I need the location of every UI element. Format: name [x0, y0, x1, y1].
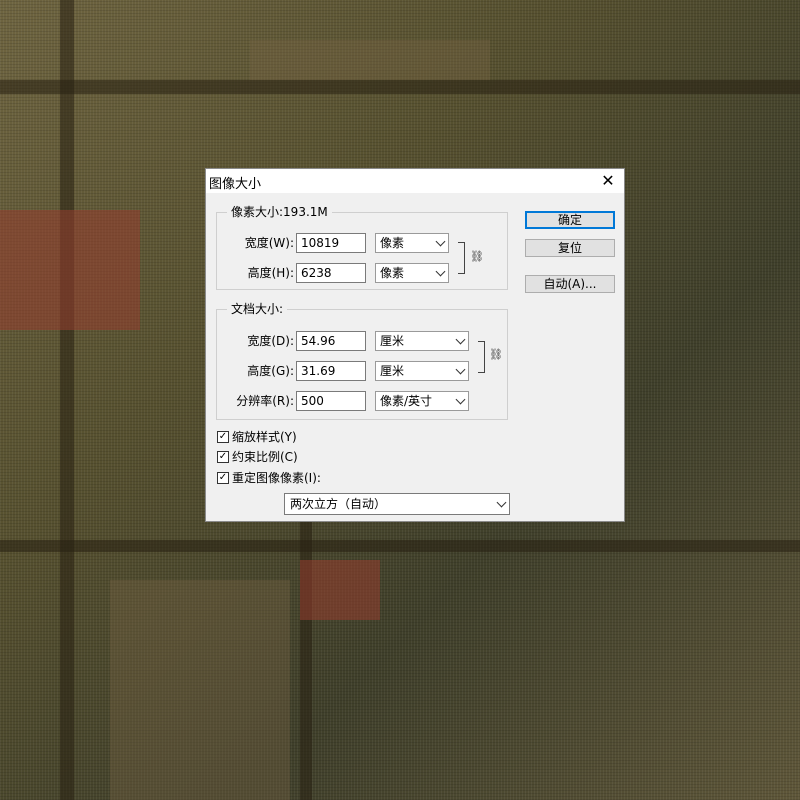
- pixel-height-input[interactable]: [296, 263, 366, 283]
- document-size-legend: 文档大小:: [227, 302, 288, 316]
- chevron-down-icon: [455, 394, 466, 405]
- resample-image-checkbox[interactable]: ✓: [217, 472, 229, 484]
- pixel-width-unit-select[interactable]: 像素: [375, 233, 449, 253]
- resample-method-select[interactable]: 两次立方（自动）: [284, 493, 510, 515]
- chevron-down-icon: [435, 266, 446, 277]
- chevron-down-icon: [496, 497, 507, 508]
- pixel-height-unit-value: 像素: [380, 266, 405, 280]
- image-size-dialog: 图像大小 ✕ 像素大小:193.1M 宽度(W): 像素 高度(H): 像素 ⛓…: [205, 168, 625, 522]
- document-height-unit-value: 厘米: [380, 364, 405, 378]
- constrain-proportions-label: 约束比例(C): [232, 450, 298, 464]
- scale-styles-label: 缩放样式(Y): [232, 430, 297, 444]
- pixel-width-label: 宽度(W):: [244, 236, 294, 250]
- document-width-label: 宽度(D):: [247, 334, 294, 348]
- document-height-label: 高度(G):: [247, 364, 294, 378]
- chevron-down-icon: [455, 364, 466, 375]
- reset-button[interactable]: 复位: [525, 239, 615, 257]
- resolution-input[interactable]: [296, 391, 366, 411]
- document-width-unit-select[interactable]: 厘米: [375, 331, 469, 351]
- resolution-label: 分辨率(R):: [236, 394, 294, 408]
- resample-method-value: 两次立方（自动）: [290, 497, 387, 511]
- document-width-unit-value: 厘米: [380, 334, 405, 348]
- title-bar: 图像大小 ✕: [206, 169, 624, 193]
- resolution-unit-value: 像素/英寸: [380, 394, 433, 408]
- chevron-down-icon: [455, 334, 466, 345]
- auto-button[interactable]: 自动(A)...: [525, 275, 615, 293]
- pixel-width-unit-value: 像素: [380, 236, 405, 250]
- chevron-down-icon: [435, 236, 446, 247]
- link-icon: ⛓: [489, 348, 503, 361]
- document-width-input[interactable]: [296, 331, 366, 351]
- pixel-dimensions-legend: 像素大小:193.1M: [227, 205, 332, 219]
- constrain-proportions-checkbox[interactable]: ✓: [217, 451, 229, 463]
- document-link-bracket: [478, 341, 485, 373]
- pixel-height-label: 高度(H):: [247, 266, 294, 280]
- pixel-link-bracket: [458, 242, 465, 274]
- ok-button[interactable]: 确定: [525, 211, 615, 229]
- resample-image-label: 重定图像像素(I):: [232, 471, 321, 485]
- dialog-title: 图像大小: [209, 177, 262, 192]
- resolution-unit-select[interactable]: 像素/英寸: [375, 391, 469, 411]
- link-icon: ⛓: [470, 250, 484, 263]
- document-height-input[interactable]: [296, 361, 366, 381]
- close-icon[interactable]: ✕: [598, 171, 618, 191]
- pixel-height-unit-select[interactable]: 像素: [375, 263, 449, 283]
- document-height-unit-select[interactable]: 厘米: [375, 361, 469, 381]
- pixel-width-input[interactable]: [296, 233, 366, 253]
- scale-styles-checkbox[interactable]: ✓: [217, 431, 229, 443]
